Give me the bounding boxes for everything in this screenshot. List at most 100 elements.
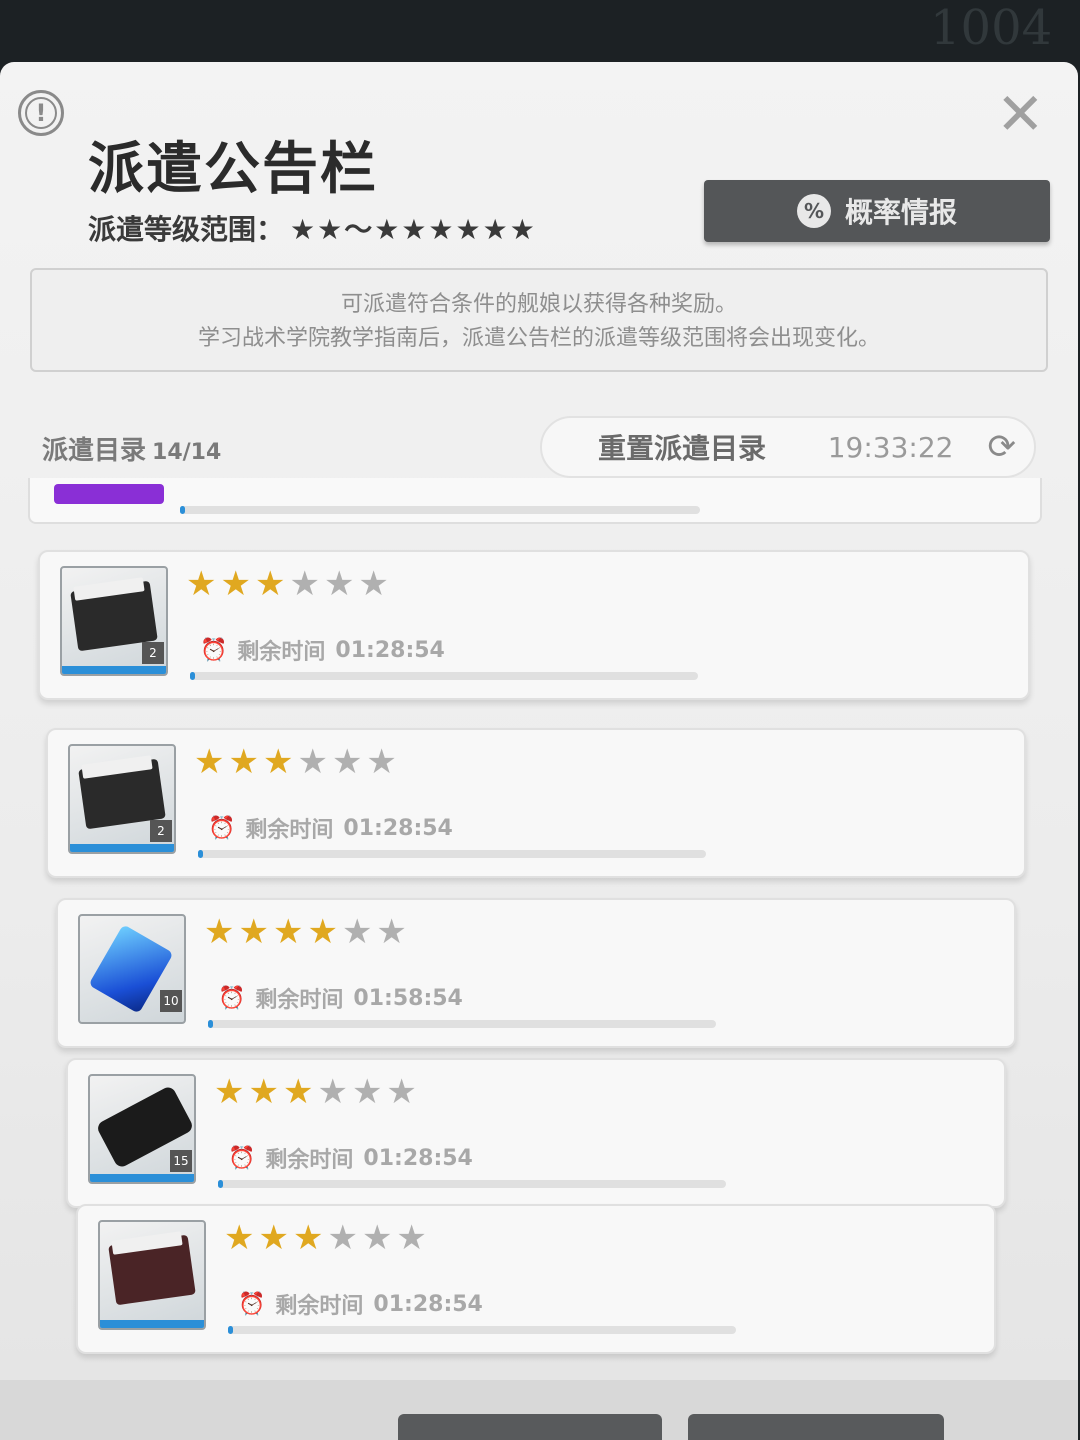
percent-icon: % (796, 194, 831, 228)
progress-track (218, 1180, 726, 1188)
star-empty-icon: ★ (351, 1072, 387, 1112)
mission-timer: ⏰ 剩余时间 01:28:54 (200, 634, 445, 666)
dispatch-list-label: 派遣目录 (42, 436, 147, 466)
timer-label: 剩余时间 (255, 988, 344, 1013)
progress-track (208, 1020, 716, 1028)
bottom-button-right[interactable] (688, 1414, 944, 1440)
star-filled-icon: ★ (272, 912, 308, 952)
star-filled-icon: ★ (220, 564, 255, 604)
progress-track (190, 672, 698, 680)
star-empty-icon: ★ (289, 564, 324, 604)
star-filled-icon: ★ (262, 742, 298, 782)
star-filled-icon: ★ (254, 564, 290, 604)
mission-rating: ★★★★★★ (186, 564, 393, 604)
progress-track (228, 1326, 736, 1334)
info-icon[interactable]: ! (18, 90, 64, 136)
timer-value: 01:28:54 (363, 1145, 473, 1171)
timer-label: 剩余时间 (265, 1148, 354, 1173)
star-filled-icon: ★ (248, 1072, 283, 1112)
bottom-button-left[interactable] (398, 1414, 662, 1440)
mission-timer: ⏰ 剩余时间 01:28:54 (228, 1142, 473, 1174)
mission-timer: ⏰ 剩余时间 01:28:54 (208, 812, 453, 844)
clock-icon: ⏰ (200, 637, 228, 663)
star-empty-icon: ★ (327, 1218, 362, 1258)
star-empty-icon: ★ (361, 1218, 397, 1258)
progress-fill (228, 1326, 234, 1334)
reward-item-thumbnail: 15 (88, 1074, 196, 1184)
star-empty-icon: ★ (366, 742, 401, 782)
star-filled-icon: ★ (307, 912, 342, 952)
progress-fill (208, 1020, 214, 1028)
mission-card[interactable]: 10 ★★★★★★ ⏰ 剩余时间 01:58:54 (56, 898, 1016, 1048)
star-filled-icon: ★ (258, 1218, 293, 1258)
dispatch-range: 派遣等级范围： ★★～★★★★★★ (88, 208, 537, 248)
mission-rating: ★★★★★★ (194, 742, 401, 782)
dispatch-list-header: 派遣目录 14/14 (42, 430, 221, 467)
mission-rating: ★★★★★★ (224, 1218, 431, 1258)
range-stars: ★★～★★★★★★ (290, 213, 537, 246)
reset-timer: 19:33:22 (827, 430, 954, 464)
reward-item-thumbnail: 2 (68, 744, 176, 854)
star-filled-icon: ★ (282, 1072, 318, 1112)
notice-line-1: 可派遣符合条件的舰娘以获得各种奖励。 (340, 292, 737, 317)
timer-label: 剩余时间 (245, 818, 334, 843)
dispatch-list-count: 14/14 (152, 440, 222, 465)
rarity-tag (54, 484, 164, 504)
page-title: 派遣公告栏 (88, 137, 378, 202)
star-filled-icon: ★ (214, 1072, 249, 1112)
mission-rating: ★★★★★★ (214, 1072, 421, 1112)
clock-icon: ⏰ (228, 1145, 256, 1171)
star-filled-icon: ★ (228, 742, 263, 782)
reset-dispatch-button[interactable]: 重置派遣目录 (598, 427, 828, 467)
star-empty-icon: ★ (317, 1072, 352, 1112)
star-filled-icon: ★ (204, 912, 239, 952)
range-label: 派遣等级范围： (88, 213, 285, 246)
star-filled-icon: ★ (238, 912, 273, 952)
star-filled-icon: ★ (224, 1218, 259, 1258)
notice-box: 可派遣符合条件的舰娘以获得各种奖励。 学习战术学院教学指南后，派遣公告栏的派遣等… (30, 268, 1048, 372)
star-empty-icon: ★ (386, 1072, 421, 1112)
mission-timer: ⏰ 剩余时间 01:28:54 (238, 1288, 483, 1320)
mission-rating: ★★★★★★ (204, 912, 411, 952)
mission-card[interactable]: 2 ★★★★★★ ⏰ 剩余时间 01:28:54 (38, 550, 1030, 700)
timer-label: 剩余时间 (237, 640, 326, 665)
timer-value: 01:28:54 (343, 815, 453, 841)
star-empty-icon: ★ (331, 742, 367, 782)
probability-info-label: 概率情报 (844, 196, 957, 229)
star-empty-icon: ★ (297, 742, 332, 782)
mission-card[interactable]: 2 ★★★★★★ ⏰ 剩余时间 01:28:54 (46, 728, 1026, 878)
progress-fill (198, 850, 204, 858)
star-empty-icon: ★ (376, 912, 411, 952)
timer-label: 剩余时间 (275, 1294, 364, 1319)
timer-value: 01:28:54 (373, 1291, 483, 1317)
star-empty-icon: ★ (341, 912, 377, 952)
reward-item-thumbnail: 2 (60, 566, 168, 676)
mission-card[interactable]: ★★★★★★ ⏰ 剩余时间 01:28:54 (76, 1204, 996, 1354)
star-filled-icon: ★ (292, 1218, 328, 1258)
background-decoration: 1004 (930, 0, 1053, 56)
progress-fill (190, 672, 196, 680)
reward-item-thumbnail: 10 (78, 914, 186, 1024)
mission-timer: ⏰ 剩余时间 01:58:54 (218, 982, 463, 1014)
timer-value: 01:28:54 (335, 637, 445, 663)
timer-value: 01:58:54 (353, 985, 463, 1011)
reward-item-thumbnail (98, 1220, 206, 1330)
clock-icon: ⏰ (218, 985, 246, 1011)
star-filled-icon: ★ (194, 742, 229, 782)
close-icon[interactable]: ✕ (996, 85, 1045, 143)
progress-track (180, 506, 700, 514)
clock-icon: ⏰ (238, 1291, 266, 1317)
star-filled-icon: ★ (186, 564, 221, 604)
notice-line-2: 学习战术学院教学指南后，派遣公告栏的派遣等级范围将会出现变化。 (197, 326, 880, 351)
reset-dispatch-bar[interactable]: 重置派遣目录 19:33:22 ⟳ (540, 416, 1036, 478)
clock-icon: ⏰ (208, 815, 236, 841)
probability-info-button[interactable]: % 概率情报 (704, 180, 1050, 242)
refresh-icon[interactable]: ⟳ (988, 427, 1017, 467)
mission-card-partial[interactable] (28, 478, 1042, 524)
progress-track (198, 850, 706, 858)
star-empty-icon: ★ (323, 564, 359, 604)
star-empty-icon: ★ (396, 1218, 431, 1258)
star-empty-icon: ★ (358, 564, 393, 604)
dispatch-panel: ! ✕ 派遣公告栏 派遣等级范围： ★★～★★★★★★ % 概率情报 可派遣符合… (0, 62, 1078, 1440)
mission-card[interactable]: 15 ★★★★★★ ⏰ 剩余时间 01:28:54 (66, 1058, 1006, 1208)
